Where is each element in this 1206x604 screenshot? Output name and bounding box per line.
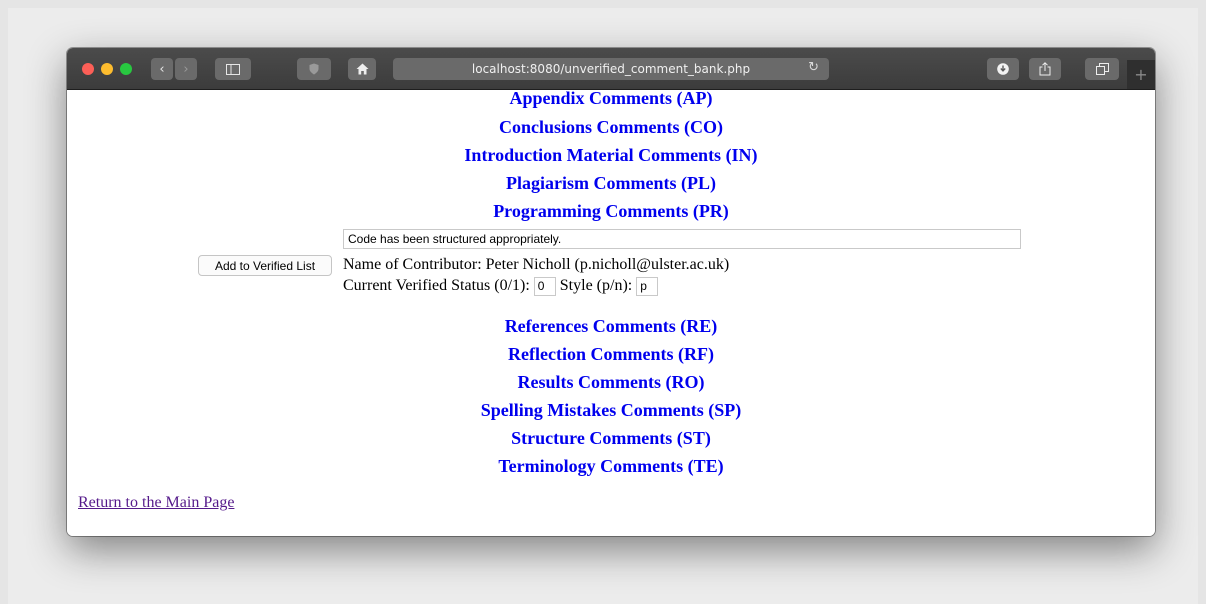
minimize-window-button[interactable]	[101, 63, 113, 75]
style-label: Style (p/n):	[559, 277, 633, 294]
reload-icon[interactable]: ↻	[808, 60, 819, 75]
chevron-left-icon: ‹	[159, 61, 165, 77]
category-link-conclusions[interactable]: Conclusions Comments (CO)	[67, 116, 1155, 138]
shield-icon	[309, 63, 319, 75]
category-link-spelling[interactable]: Spelling Mistakes Comments (SP)	[67, 399, 1155, 421]
zoom-window-button[interactable]	[120, 63, 132, 75]
chevron-right-icon: ›	[183, 61, 189, 77]
back-button[interactable]: ‹	[151, 58, 173, 80]
return-to-main-link[interactable]: Return to the Main Page	[78, 494, 234, 512]
status-row: Current Verified Status (0/1): 0 Style (…	[343, 276, 659, 296]
downloads-button[interactable]	[987, 58, 1019, 80]
category-link-appendix[interactable]: Appendix Comments (AP)	[67, 87, 1155, 109]
sidebar-button[interactable]	[215, 58, 251, 80]
category-link-programming[interactable]: Programming Comments (PR)	[67, 200, 1155, 222]
style-input[interactable]: p	[636, 276, 659, 296]
add-to-verified-button[interactable]: Add to Verified List	[198, 255, 332, 276]
share-button[interactable]	[1029, 58, 1061, 80]
category-link-reflection[interactable]: Reflection Comments (RF)	[67, 343, 1155, 365]
category-link-references[interactable]: References Comments (RE)	[67, 315, 1155, 337]
share-icon	[1039, 62, 1051, 76]
forward-button[interactable]: ›	[175, 58, 197, 80]
verified-status-input[interactable]: 0	[533, 276, 556, 296]
plus-icon: +	[1134, 65, 1148, 84]
verified-status-label: Current Verified Status (0/1):	[343, 277, 530, 294]
home-button[interactable]	[348, 58, 376, 80]
tabs-icon	[1095, 63, 1109, 75]
category-link-terminology[interactable]: Terminology Comments (TE)	[67, 455, 1155, 477]
contributor-info: Name of Contributor: Peter Nicholl (p.ni…	[343, 256, 730, 273]
page-content: Appendix Comments (AP) Conclusions Comme…	[67, 87, 1155, 536]
download-icon	[997, 63, 1009, 75]
category-link-introduction[interactable]: Introduction Material Comments (IN)	[67, 144, 1155, 166]
new-tab-button[interactable]: +	[1127, 60, 1155, 89]
category-link-plagiarism[interactable]: Plagiarism Comments (PL)	[67, 172, 1155, 194]
comment-text-field[interactable]: Code has been structured appropriately.	[343, 229, 1021, 249]
browser-toolbar: ‹ › localhost:8080/unverified_comment_ba…	[67, 48, 1155, 90]
browser-window: ‹ › localhost:8080/unverified_comment_ba…	[67, 48, 1155, 536]
tabs-overview-button[interactable]	[1085, 58, 1119, 80]
privacy-shield-button[interactable]	[297, 58, 331, 80]
close-window-button[interactable]	[82, 63, 94, 75]
home-icon	[356, 63, 368, 75]
address-bar[interactable]: localhost:8080/unverified_comment_bank.p…	[393, 58, 829, 80]
address-bar-url: localhost:8080/unverified_comment_bank.p…	[471, 62, 751, 76]
category-link-results[interactable]: Results Comments (RO)	[67, 371, 1155, 393]
category-link-structure[interactable]: Structure Comments (ST)	[67, 427, 1155, 449]
sidebar-icon	[226, 63, 240, 75]
